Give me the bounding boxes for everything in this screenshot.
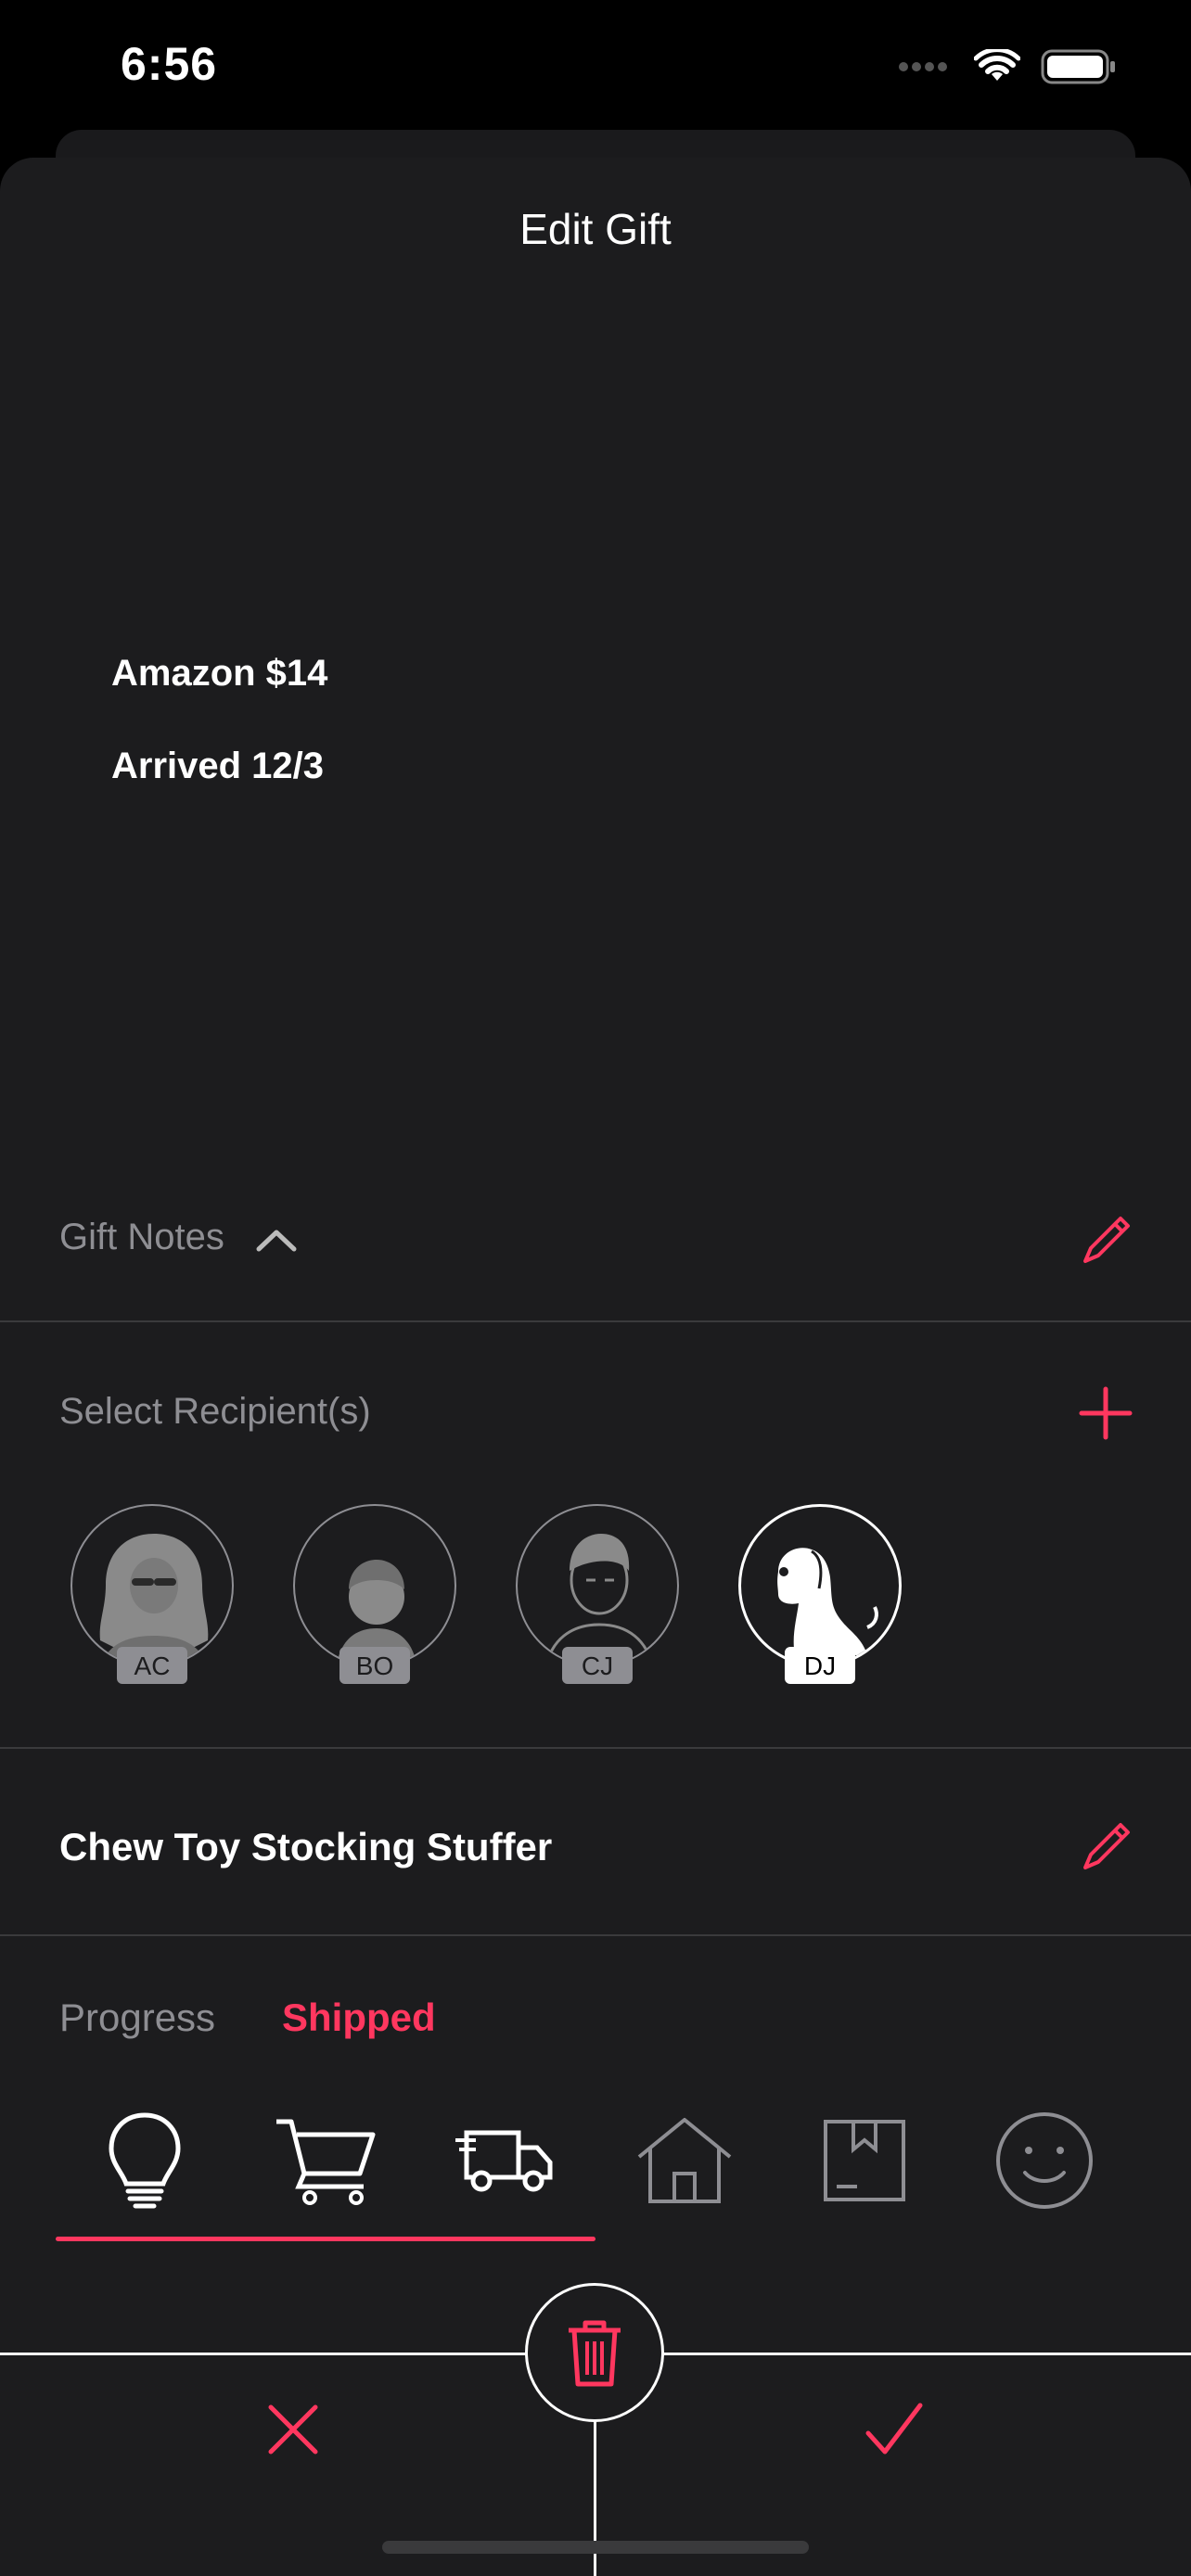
gift-name: Chew Toy Stocking Stuffer (59, 1825, 553, 1868)
recipient-avatar-cj[interactable] (516, 1504, 679, 1667)
close-icon (268, 2404, 318, 2455)
boy-icon (336, 1560, 417, 1665)
stage-idea[interactable] (89, 2105, 200, 2216)
pencil-icon (1083, 1823, 1130, 1869)
cart-icon (276, 2119, 376, 2205)
recipient-avatar-dj[interactable] (738, 1504, 902, 1667)
status-bar: 6:56 (0, 0, 1191, 130)
box-icon (824, 2120, 905, 2201)
checkmark-icon (865, 2403, 923, 2455)
home-indicator[interactable] (382, 2541, 809, 2554)
battery-icon (1041, 49, 1115, 84)
signal-icon (899, 62, 947, 71)
divider (0, 1934, 1191, 1936)
divider (0, 1320, 1191, 1322)
stage-given[interactable] (989, 2105, 1100, 2216)
recipient-initials-bo: BO (339, 1647, 410, 1684)
gift-notes-text: Gift Notes (59, 1217, 224, 1257)
select-recipients-label: Select Recipient(s) (59, 1391, 371, 1432)
truck-icon (455, 2130, 553, 2192)
edit-notes-button[interactable] (1076, 1211, 1135, 1270)
delete-button[interactable] (525, 2283, 664, 2422)
progress-bar (56, 2237, 596, 2241)
edit-gift-name-button[interactable] (1076, 1817, 1135, 1877)
house-icon (637, 2118, 732, 2203)
chevron-up-icon[interactable] (255, 1225, 298, 1253)
recipient-avatar-ac[interactable] (70, 1504, 234, 1667)
gift-notes-label[interactable]: Gift Notes (59, 1217, 298, 1258)
note-line-1: Amazon $14 (111, 653, 328, 694)
dog-icon (777, 1548, 878, 1655)
man-icon (544, 1534, 654, 1665)
status-icons (898, 48, 1117, 85)
stage-shipped[interactable] (449, 2105, 560, 2216)
plus-icon (1079, 1386, 1133, 1440)
page-title: Edit Gift (519, 205, 672, 253)
wifi-icon (974, 49, 1020, 81)
progress-label: Progress (59, 1996, 216, 2039)
status-time: 6:56 (121, 38, 218, 90)
recipient-initials-cj: CJ (562, 1647, 633, 1684)
progress-status: Shipped (282, 1996, 436, 2039)
smiley-icon (996, 2112, 1093, 2209)
stage-arrived[interactable] (629, 2105, 740, 2216)
lightbulb-icon (109, 2112, 181, 2209)
stage-wrapped[interactable] (809, 2105, 920, 2216)
add-recipient-button[interactable] (1074, 1382, 1137, 1445)
woman-curly-hair-icon (99, 1534, 209, 1665)
note-line-2: Arrived 12/3 (111, 746, 325, 786)
save-button[interactable] (857, 2392, 931, 2467)
pencil-icon (1083, 1217, 1130, 1263)
cancel-button[interactable] (256, 2392, 330, 2467)
divider (0, 1747, 1191, 1749)
recipient-initials-ac: AC (117, 1647, 187, 1684)
trash-icon (569, 2320, 621, 2387)
recipient-avatar-bo[interactable] (293, 1504, 456, 1667)
stage-purchased[interactable] (271, 2105, 382, 2216)
recipient-initials-dj: DJ (785, 1647, 855, 1684)
